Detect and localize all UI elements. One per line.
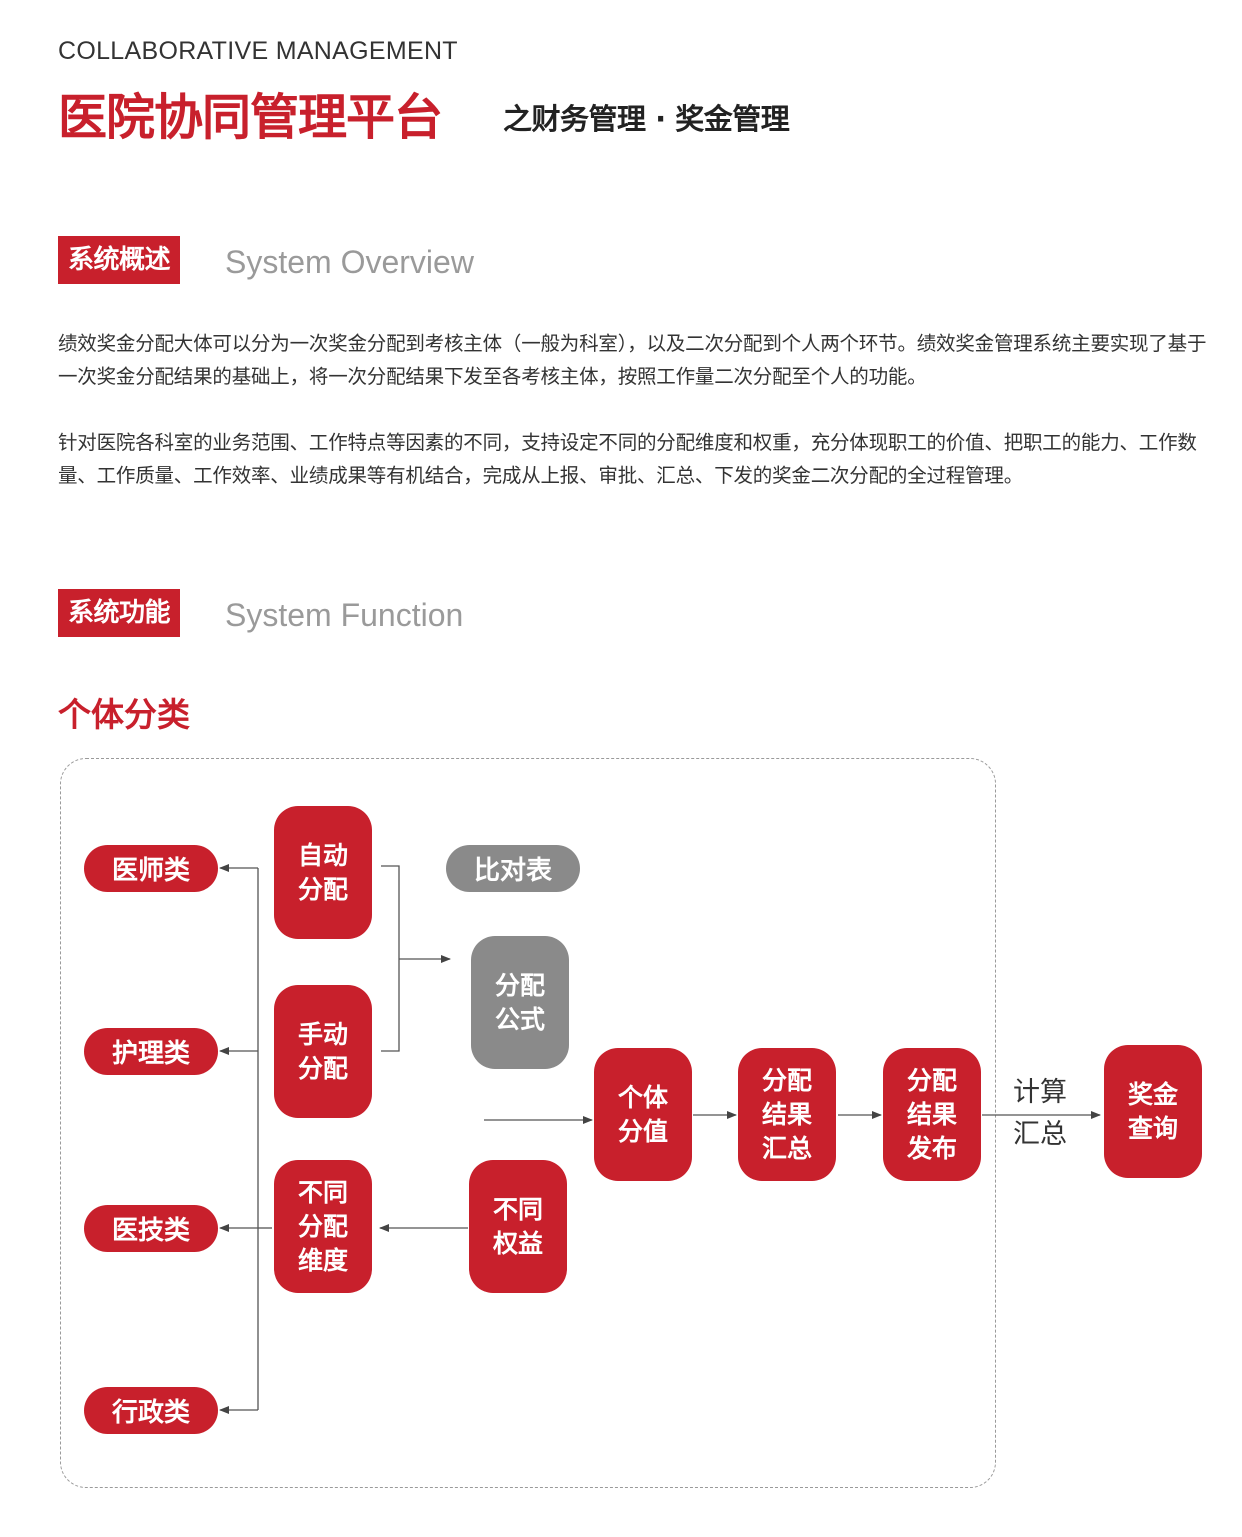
diff-dimension-box: 不同 分配 维度 (274, 1160, 372, 1293)
manual-allocation-box: 手动 分配 (274, 985, 372, 1118)
category-doctor: 医师类 (84, 845, 218, 892)
category-admin: 行政类 (84, 1387, 218, 1434)
alloc-bracket (381, 865, 400, 1052)
category-nursing: 护理类 (84, 1028, 218, 1075)
auto-allocation-box: 自动 分配 (274, 806, 372, 939)
result-publish-box: 分配 结果 发布 (883, 1048, 981, 1181)
result-summary-box: 分配 结果 汇总 (738, 1048, 836, 1181)
compare-table-pill: 比对表 (446, 845, 580, 892)
individual-value-box: 个体 分值 (594, 1048, 692, 1181)
category-medtech: 医技类 (84, 1205, 218, 1252)
bonus-query-box: 奖金 查询 (1104, 1045, 1202, 1178)
calc-summary-label: 计算 汇总 (1013, 1077, 1067, 1150)
diagram-connectors (219, 864, 1101, 1414)
diff-interest-box: 不同 权益 (469, 1160, 567, 1293)
formula-box: 分配 公式 (471, 936, 569, 1069)
